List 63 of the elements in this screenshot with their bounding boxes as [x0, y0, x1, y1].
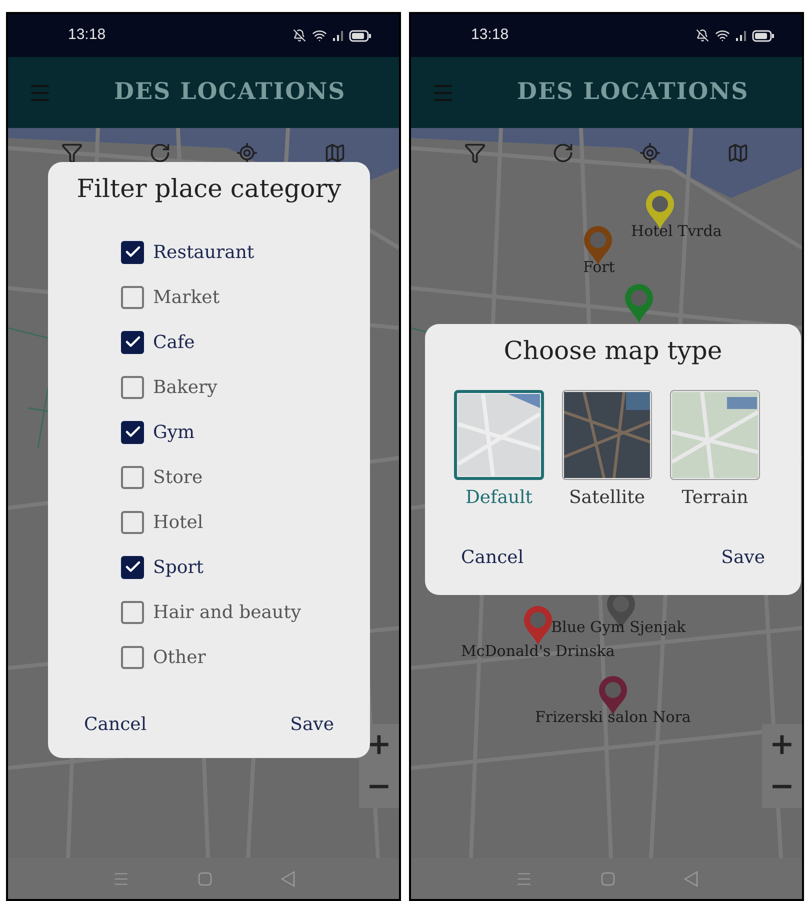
category-label: Hotel	[153, 510, 204, 534]
checkbox[interactable]	[121, 600, 144, 624]
battery-icon	[349, 30, 371, 42]
category-checkbox-row[interactable]: Hair and beauty	[121, 590, 370, 634]
cancel-button[interactable]: Cancel	[461, 544, 524, 571]
checkbox[interactable]	[121, 330, 144, 354]
signal-icon	[736, 30, 746, 41]
checkbox[interactable]	[121, 286, 144, 308]
category-checkbox-row[interactable]: Gym	[121, 410, 370, 454]
category-checkbox-row[interactable]: Bakery	[121, 364, 370, 410]
category-checkbox-row[interactable]: Cafe	[121, 320, 370, 364]
refresh-icon[interactable]	[148, 142, 171, 164]
marker-label: Hotel Tvrda	[631, 221, 722, 242]
checkbox[interactable]	[121, 420, 144, 444]
checkbox[interactable]	[121, 556, 144, 578]
battery-icon	[752, 30, 774, 42]
app-title: DES LOCATIONS	[114, 77, 346, 108]
locate-icon[interactable]	[236, 142, 258, 164]
checkbox[interactable]	[121, 466, 144, 488]
category-checkbox-row[interactable]: Other	[121, 634, 370, 680]
save-button[interactable]: Save	[290, 711, 334, 738]
category-label: Sport	[153, 556, 204, 580]
category-checkbox-row[interactable]: Sport	[121, 544, 370, 590]
marker-label: Frizerski salon Nora	[535, 707, 691, 728]
category-label: Restaurant	[153, 240, 254, 264]
category-checkbox-row[interactable]: Market	[121, 274, 370, 320]
checkbox[interactable]	[121, 646, 144, 668]
category-label: Cafe	[153, 330, 195, 354]
category-label: Bakery	[153, 376, 218, 400]
category-checkbox-row[interactable]: Hotel	[121, 500, 370, 544]
zoom-out-button[interactable]: −	[769, 766, 795, 808]
category-label: Gym	[153, 420, 195, 444]
category-checkbox-row[interactable]: Restaurant	[121, 230, 370, 274]
marker-label: Fort	[583, 257, 615, 278]
checkbox[interactable]	[121, 376, 144, 398]
category-checkbox-row[interactable]: Store	[121, 454, 370, 500]
dialog-title: Choose map type	[502, 335, 724, 367]
zoom-out-button[interactable]: −	[366, 766, 392, 808]
wifi-icon	[715, 28, 730, 43]
bell-off-icon	[696, 29, 709, 42]
status-time: 13:18	[471, 25, 509, 46]
category-label: Market	[153, 286, 220, 310]
category-label: Other	[153, 646, 206, 670]
map-marker-icon[interactable]	[523, 606, 553, 646]
filter-icon[interactable]	[60, 142, 83, 164]
cancel-button[interactable]: Cancel	[84, 711, 147, 738]
app-title: DES LOCATIONS	[517, 77, 749, 108]
map-icon[interactable]	[324, 142, 346, 164]
marker-label: McDonald's Drinska	[461, 641, 615, 662]
map-marker-icon[interactable]	[624, 284, 654, 324]
wifi-icon	[312, 28, 327, 43]
save-button[interactable]: Save	[721, 544, 765, 571]
category-label: Store	[153, 466, 203, 490]
zoom-in-button[interactable]: +	[366, 724, 392, 766]
marker-label: Blue Gym Sjenjak	[551, 617, 686, 638]
status-time: 13:18	[68, 25, 106, 46]
signal-icon	[333, 30, 343, 41]
checkbox[interactable]	[121, 510, 144, 534]
bell-off-icon	[293, 29, 306, 42]
zoom-in-button[interactable]: +	[769, 724, 795, 766]
dialog-title: Filter place category	[76, 173, 342, 205]
category-label: Hair and beauty	[153, 600, 301, 624]
checkbox[interactable]	[121, 240, 144, 264]
